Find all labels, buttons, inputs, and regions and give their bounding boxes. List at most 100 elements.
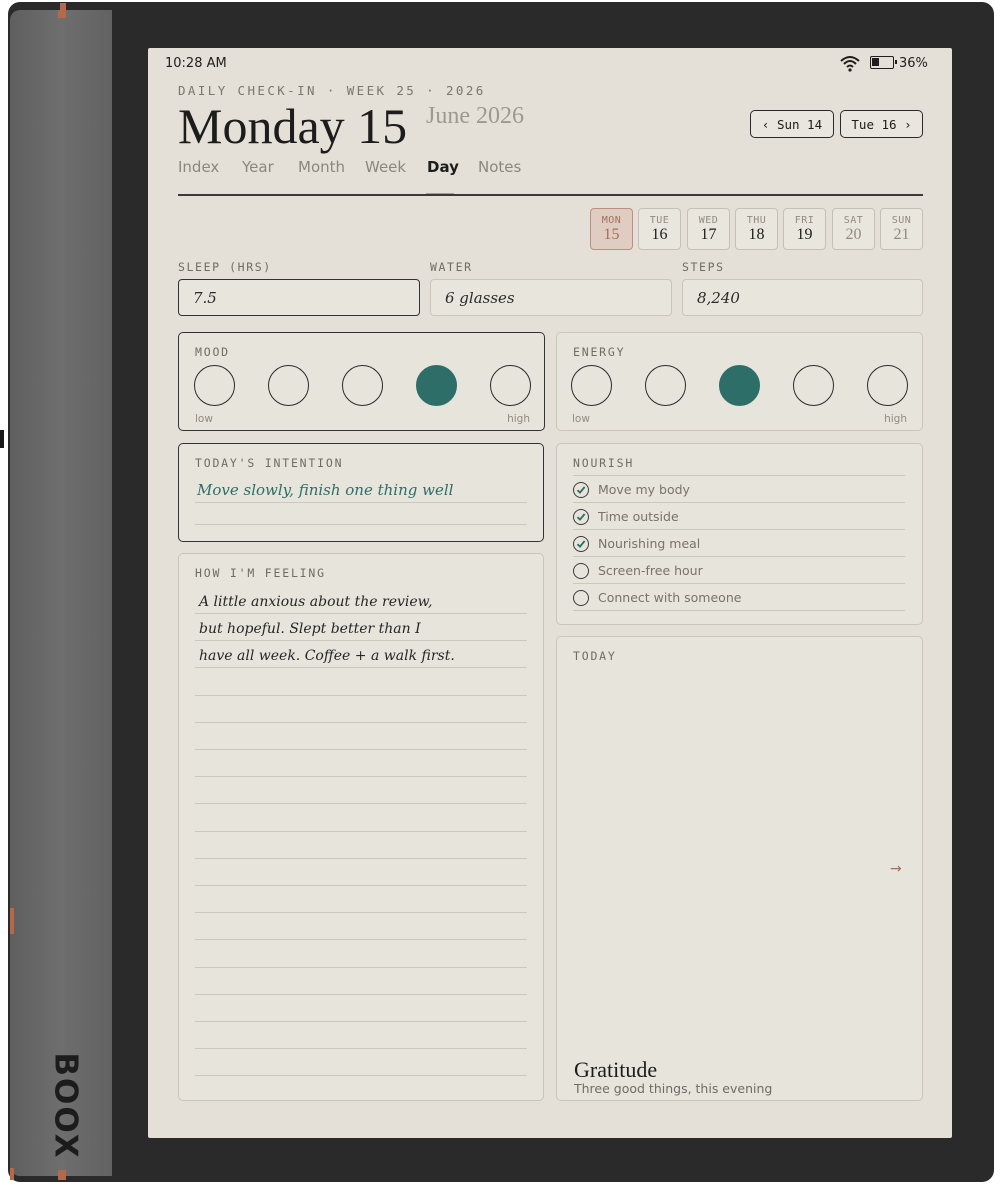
ruled-line [195,1048,527,1050]
ruled-line [195,721,527,723]
device-side-button[interactable] [0,430,4,448]
arrow-right-icon[interactable]: → [890,861,902,877]
water-value: 6 glasses [445,288,515,307]
weekday-date: 20 [845,226,862,243]
mood-option-4[interactable] [416,365,457,406]
weekday-mon[interactable]: MON 15 [590,208,633,250]
ruled-line [195,524,527,525]
nourish-item-label: Nourishing meal [598,536,701,551]
check-icon [576,513,586,521]
weekday-date: 15 [603,226,620,243]
weekday-thu[interactable]: THU 18 [735,208,778,250]
intention-label: TODAY'S INTENTION [195,456,344,470]
weekday-date: 21 [893,226,910,243]
weekday-fri[interactable]: FRI 19 [783,208,826,250]
steps-label: STEPS [682,260,725,274]
weekday-sun[interactable]: SUN 21 [880,208,923,250]
energy-option-1[interactable] [571,365,612,406]
sleep-field[interactable]: 7.5 [178,279,420,316]
ruled-line [195,939,527,941]
mood-high-label: high [507,413,530,425]
weekday-date: 16 [651,226,668,243]
status-time: 10:28 AM [165,56,227,71]
ruled-line [195,749,527,750]
header-divider [178,194,923,196]
steps-value: 8,240 [697,288,740,307]
mood-panel: MOOD low high [178,332,545,431]
mood-low-label: low [195,413,213,425]
water-field[interactable]: 6 glasses [430,279,672,316]
battery-icon [870,56,897,69]
energy-high-label: high [884,413,907,425]
weekday-name: SAT [843,215,864,226]
mood-label: MOOD [195,345,230,359]
prev-day-button[interactable]: ‹ Sun 14 [750,110,834,138]
weekday-name: TUE [649,215,670,226]
tab-month[interactable]: Month [298,158,345,176]
weekday-date: 19 [796,226,813,243]
ruled-line [195,502,527,503]
weekday-name: FRI [794,215,815,226]
spine-accent-edge-bottom [10,1168,14,1180]
feeling-line-1: A little anxious about the review, [199,594,433,610]
ruled-line [195,1021,527,1022]
steps-field[interactable]: 8,240 [682,279,923,316]
tab-index[interactable]: Index [178,158,219,176]
ruled-line [195,857,527,859]
nourish-item-label: Move my body [598,482,690,497]
energy-option-4[interactable] [793,365,834,406]
tab-year[interactable]: Year [242,158,274,176]
nourish-checkbox-2[interactable] [573,509,589,525]
energy-low-label: low [572,413,590,425]
feeling-line-2: but hopeful. Slept better than I [199,621,421,637]
mood-option-3[interactable] [342,365,383,406]
weekday-sat[interactable]: SAT 20 [832,208,875,250]
page-title: Monday 15 [178,98,408,154]
feeling-panel[interactable]: HOW I'M FEELING A little anxious about t… [178,553,544,1101]
mood-option-1[interactable] [194,365,235,406]
top-accent [60,3,66,11]
ruled-line [195,803,527,805]
tab-week[interactable]: Week [365,158,406,176]
weekday-date: 17 [700,226,717,243]
tab-notes[interactable]: Notes [478,158,521,176]
weekday-name: WED [698,215,719,226]
check-icon [576,540,586,548]
feeling-line-3: have all week. Coffee + a walk first. [199,648,455,664]
wifi-icon [840,56,860,72]
nourish-checkbox-1[interactable] [573,482,589,498]
next-day-button[interactable]: Tue 16 › [840,110,923,138]
nourish-checkbox-5[interactable] [573,590,589,606]
ruled-line [195,912,527,914]
nourish-checkbox-4[interactable] [573,563,589,579]
ruled-line [195,613,527,614]
nourish-checkbox-3[interactable] [573,536,589,552]
battery-level [872,58,879,66]
ruled-line [195,640,527,642]
nourish-item-label: Screen-free hour [598,563,703,578]
weekday-tue[interactable]: TUE 16 [638,208,681,250]
tab-day[interactable]: Day [427,158,459,176]
intention-panel[interactable]: TODAY'S INTENTION Move slowly, finish on… [178,443,544,542]
gratitude-title: Gratitude [574,1057,658,1082]
weekday-wed[interactable]: WED 17 [687,208,730,250]
device-brand-logo: BOOX [48,1052,85,1160]
battery-percent: 36% [899,56,928,71]
ruled-line [195,776,527,778]
weekday-date: 18 [748,226,765,243]
check-icon [576,486,586,494]
ruled-line [195,1075,527,1077]
today-panel[interactable]: TODAY → Gratitude Three good things, thi… [556,636,923,1101]
mood-option-5[interactable] [490,365,531,406]
device-spine: BOOX [10,10,112,1180]
energy-option-5[interactable] [867,365,908,406]
mood-option-2[interactable] [268,365,309,406]
spine-accent-bottom [58,1170,66,1180]
nourish-label: NOURISH [573,456,635,470]
ruled-line [195,667,527,669]
ruled-line [573,529,905,530]
nourish-item-label: Time outside [598,509,679,524]
energy-option-3[interactable] [719,365,760,406]
sleep-label: SLEEP (HRS) [178,260,272,274]
energy-option-2[interactable] [645,365,686,406]
